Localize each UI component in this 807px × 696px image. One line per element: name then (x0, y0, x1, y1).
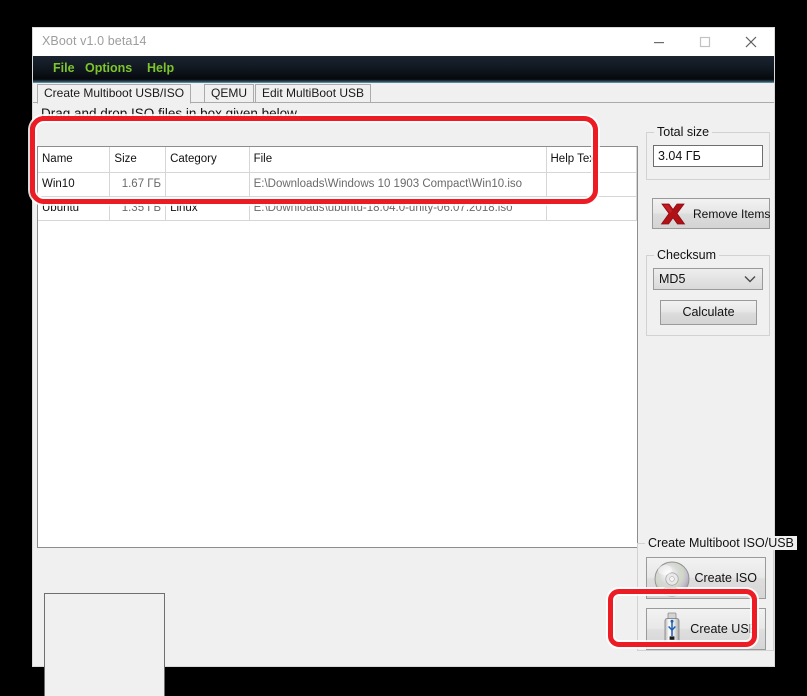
cell-help (546, 172, 637, 197)
cell-size: 1.35 ГБ (109, 196, 167, 221)
chevron-down-icon (744, 275, 756, 284)
create-iso-label: Create ISO (694, 571, 757, 585)
menu-item-file[interactable]: File (53, 61, 75, 75)
maximize-icon (699, 36, 711, 48)
table-row[interactable]: Ubuntu 1.35 ГБ Linux E:\Downloads\ubuntu… (38, 196, 637, 221)
remove-items-label: Remove Items (693, 207, 771, 221)
total-size-value: 3.04 ГБ (653, 145, 763, 167)
red-x-icon (657, 201, 689, 228)
total-size-legend: Total size (654, 125, 713, 139)
right-side-panel: Total size 3.04 ГБ Remove Items Checksum… (637, 103, 797, 666)
total-size-groupbox: Total size 3.04 ГБ (646, 125, 770, 180)
dvd-disc-icon: DVD (652, 560, 692, 598)
minimize-icon (654, 42, 664, 44)
create-multiboot-groupbox: Create Multiboot ISO/USB DVD Create ISO … (637, 536, 797, 651)
column-header-file[interactable]: File (249, 147, 547, 173)
cell-category: Linux (165, 196, 250, 221)
tab-page-create-multiboot: Drag and drop ISO files in box given bel… (33, 103, 797, 696)
checksum-groupbox: Checksum MD5 Calculate (646, 248, 770, 336)
table-header-row: Name Size Category File Help Text (38, 147, 637, 173)
cell-file: E:\Downloads\Windows 10 1903 Compact\Win… (249, 172, 547, 197)
checksum-legend: Checksum (654, 248, 720, 262)
table-row[interactable]: Win10 1.67 ГБ E:\Downloads\Windows 10 19… (38, 172, 637, 197)
xboot-application-window: XBoot v1.0 beta14 File Options Help Crea… (33, 28, 797, 696)
menu-item-help[interactable]: Help (147, 61, 174, 75)
create-usb-button[interactable]: Create USB (646, 608, 766, 650)
menu-bar: File Options Help (33, 56, 774, 83)
close-icon (745, 36, 757, 48)
calculate-checksum-button[interactable]: Calculate (660, 300, 757, 325)
create-usb-label: Create USB (690, 622, 757, 636)
column-header-name[interactable]: Name (38, 147, 111, 173)
tab-edit-multiboot-usb[interactable]: Edit MultiBoot USB (255, 84, 372, 103)
column-header-help-text[interactable]: Help Text (546, 147, 637, 173)
usb-drive-icon (652, 611, 692, 649)
cell-category (165, 172, 250, 197)
cell-name: Win10 (38, 172, 111, 197)
iso-file-table: Name Size Category File Help Text Win10 … (38, 147, 637, 221)
create-multiboot-legend: Create Multiboot ISO/USB (645, 536, 797, 550)
remove-items-button[interactable]: Remove Items (652, 198, 770, 229)
cell-size: 1.67 ГБ (109, 172, 167, 197)
checksum-algorithm-dropdown[interactable]: MD5 (653, 268, 763, 290)
checksum-selected-value: MD5 (659, 272, 686, 286)
iso-drop-listbox[interactable]: Name Size Category File Help Text Win10 … (37, 146, 638, 548)
window-title: XBoot v1.0 beta14 (42, 34, 147, 48)
drag-and-drop-hint: Drag and drop ISO files in box given bel… (41, 106, 297, 121)
menu-item-options[interactable]: Options (85, 61, 132, 75)
cell-name: Ubuntu (38, 196, 111, 221)
cell-help (546, 196, 637, 221)
column-header-size[interactable]: Size (109, 147, 167, 173)
close-button[interactable] (728, 28, 774, 56)
tab-strip: Create Multiboot USB/ISO QEMU Edit Multi… (33, 83, 774, 104)
cell-file: E:\Downloads\ubuntu-18.04.0-unity-06.07.… (249, 196, 547, 221)
create-iso-button[interactable]: DVD Create ISO (646, 557, 766, 599)
maximize-button[interactable] (682, 28, 728, 56)
minimize-button[interactable] (636, 28, 682, 56)
svg-text:DVD: DVD (665, 588, 676, 594)
iso-preview-box (44, 593, 165, 696)
window-title-bar: XBoot v1.0 beta14 (33, 28, 774, 56)
column-header-category[interactable]: Category (165, 147, 250, 173)
tab-create-multiboot-usb-iso[interactable]: Create Multiboot USB/ISO (37, 84, 192, 104)
screenshot-root: XBoot v1.0 beta14 File Options Help Crea… (0, 0, 807, 696)
tab-qemu[interactable]: QEMU (204, 84, 254, 103)
